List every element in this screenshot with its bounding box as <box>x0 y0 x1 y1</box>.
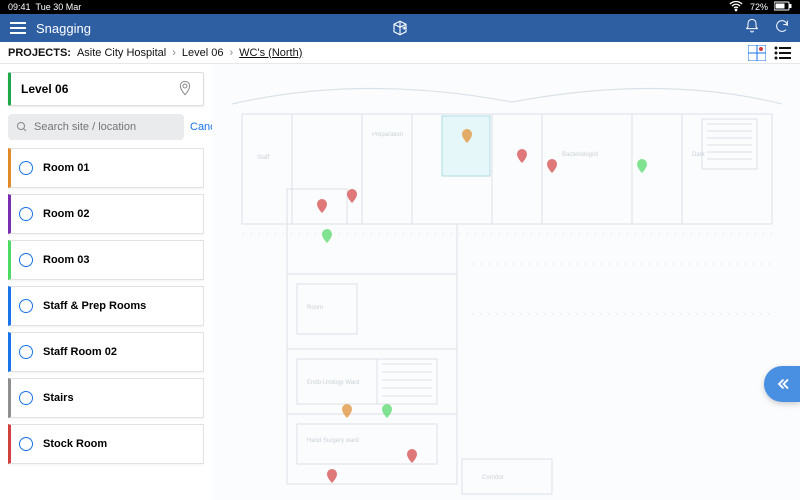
floor-plan[interactable]: Staff Preparation Bacteriologist Dark Room E… <box>212 64 800 500</box>
list-item-label: Staff Room 02 <box>43 346 117 358</box>
list-item-label: Room 02 <box>43 208 89 220</box>
bell-icon[interactable] <box>744 18 760 39</box>
list-item-label: Stairs <box>43 392 74 404</box>
radio-icon[interactable] <box>19 299 33 313</box>
radio-icon[interactable] <box>19 161 33 175</box>
bc-project[interactable]: Asite City Hospital <box>77 47 166 59</box>
page-title: Snagging <box>36 21 91 36</box>
list-item-label: Room 01 <box>43 162 89 174</box>
list-item-label: Staff & Prep Rooms <box>43 300 146 312</box>
svg-text:Preparation: Preparation <box>372 132 403 138</box>
list-item[interactable]: Room 02 <box>8 194 204 234</box>
location-list: Room 01 Room 02 Room 03 Staff & Prep Rooms S… <box>8 148 204 492</box>
list-item[interactable]: Room 03 <box>8 240 204 280</box>
battery-icon <box>774 1 792 13</box>
list-item-label: Room 03 <box>43 254 89 266</box>
svg-text:Endo-Urology Ward: Endo-Urology Ward <box>307 380 359 386</box>
radio-icon[interactable] <box>19 391 33 405</box>
svg-text:Room: Room <box>307 305 323 311</box>
radio-icon[interactable] <box>19 345 33 359</box>
search-icon <box>16 121 28 133</box>
export-icon[interactable] <box>391 19 409 37</box>
expand-fab[interactable] <box>764 366 800 402</box>
search-input[interactable] <box>8 114 184 140</box>
list-item[interactable]: Staff & Prep Rooms <box>8 286 204 326</box>
radio-icon[interactable] <box>19 253 33 267</box>
svg-text:Hand Surgery ward: Hand Surgery ward <box>307 438 359 444</box>
bc-current[interactable]: WC's (North) <box>239 47 302 59</box>
list-item[interactable]: Stock Room <box>8 424 204 464</box>
bc-level[interactable]: Level 06 <box>182 47 224 59</box>
list-item[interactable]: Stairs <box>8 378 204 418</box>
location-icon <box>177 80 193 99</box>
app-header: Snagging <box>0 14 800 42</box>
plan-view-icon[interactable] <box>748 45 766 61</box>
list-item-label: Stock Room <box>43 438 107 450</box>
sidebar: Level 06 Cancel Room 01Room 02Room 03Sta… <box>0 64 212 500</box>
list-view-icon[interactable] <box>774 45 792 61</box>
breadcrumb: PROJECTS: Asite City Hospital › Level 06… <box>0 42 800 64</box>
svg-text:Staff: Staff <box>257 155 270 161</box>
svg-text:Bacteriologist: Bacteriologist <box>562 152 598 158</box>
list-item[interactable]: Staff Room 02 <box>8 332 204 372</box>
svg-text:Corridor: Corridor <box>482 475 504 481</box>
menu-icon[interactable] <box>10 22 26 34</box>
list-item[interactable]: Room 01 <box>8 148 204 188</box>
radio-icon[interactable] <box>19 207 33 221</box>
level-card[interactable]: Level 06 <box>8 72 204 106</box>
sync-icon[interactable] <box>774 18 790 39</box>
status-bar: 09:41 Tue 30 Mar 72% <box>0 0 800 14</box>
radio-icon[interactable] <box>19 437 33 451</box>
svg-text:Dark: Dark <box>692 152 706 158</box>
